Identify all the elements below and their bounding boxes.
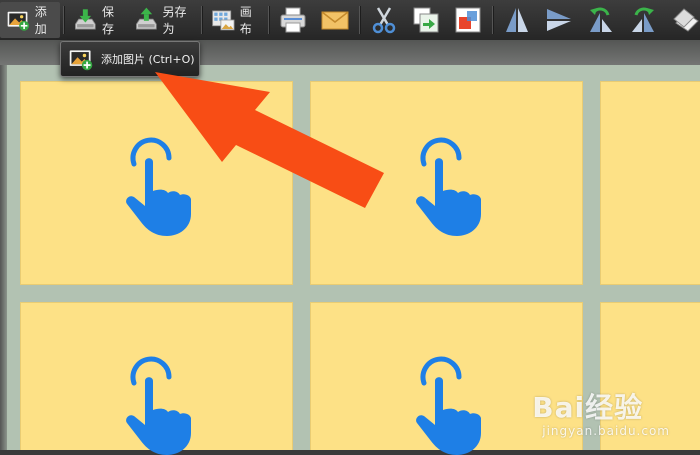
toolbar-separator bbox=[268, 6, 270, 34]
add-image-icon bbox=[69, 50, 93, 71]
crop-button[interactable] bbox=[447, 2, 489, 38]
add-image-tooltip: 添加图片 (Ctrl+O) bbox=[60, 41, 200, 77]
tap-hand-icon bbox=[416, 137, 481, 236]
flip-horizontal-button[interactable] bbox=[538, 2, 580, 38]
tap-hand-icon bbox=[126, 137, 191, 236]
save-icon bbox=[75, 9, 96, 30]
toolbar-separator bbox=[492, 6, 493, 34]
toolbar-separator bbox=[63, 6, 65, 34]
add-button[interactable]: 添加 bbox=[0, 2, 61, 38]
crop-icon bbox=[455, 7, 481, 33]
toolbar-separator bbox=[201, 6, 203, 34]
envelope-icon bbox=[321, 11, 349, 30]
layers-icon bbox=[673, 8, 699, 32]
save-button-label: 保存 bbox=[101, 5, 114, 36]
watermark-main-text: Bai经验 bbox=[532, 391, 644, 424]
rotate-right-icon bbox=[631, 7, 654, 32]
watermark-url-text: jingyan.baidu.com bbox=[542, 424, 670, 438]
save-as-button[interactable]: 另存为 bbox=[128, 2, 198, 38]
scissors-icon bbox=[372, 7, 396, 34]
copy-button[interactable] bbox=[405, 2, 447, 38]
tooltip-text: 添加图片 (Ctrl+O) bbox=[101, 53, 195, 66]
copy-image-icon bbox=[413, 7, 439, 33]
cut-button[interactable] bbox=[363, 2, 405, 38]
flip-horizontal-icon bbox=[546, 9, 571, 31]
main-toolbar: 添加 保存 另存为 画布 bbox=[0, 0, 700, 41]
canvas-button-label: 画布 bbox=[239, 5, 252, 36]
image-cell[interactable] bbox=[600, 81, 700, 285]
add-image-icon bbox=[7, 11, 30, 31]
save-button[interactable]: 保存 bbox=[67, 2, 127, 38]
canvas-left-strip bbox=[0, 65, 7, 450]
save-as-icon bbox=[135, 7, 157, 30]
canvas-icon bbox=[212, 10, 235, 31]
image-cell[interactable] bbox=[310, 81, 583, 285]
baidu-watermark: Bai经验 jingyan.baidu.com bbox=[532, 386, 670, 438]
flip-vertical-button[interactable] bbox=[496, 2, 538, 38]
toolbar-separator bbox=[359, 6, 361, 34]
add-button-label: 添加 bbox=[34, 5, 47, 36]
image-cell[interactable] bbox=[20, 302, 293, 455]
canvas-button[interactable]: 画布 bbox=[205, 2, 265, 38]
rotate-left-icon bbox=[589, 7, 612, 32]
rotate-right-button[interactable] bbox=[622, 2, 664, 38]
tap-hand-icon bbox=[416, 356, 481, 455]
rotate-left-button[interactable] bbox=[580, 2, 622, 38]
tap-hand-icon bbox=[126, 356, 191, 455]
printer-icon bbox=[280, 7, 306, 33]
effects-button[interactable] bbox=[664, 2, 700, 38]
email-button[interactable] bbox=[314, 2, 356, 38]
flip-vertical-icon bbox=[505, 8, 528, 32]
image-cell[interactable] bbox=[20, 81, 293, 285]
print-button[interactable] bbox=[272, 2, 314, 38]
save-as-button-label: 另存为 bbox=[162, 5, 187, 36]
